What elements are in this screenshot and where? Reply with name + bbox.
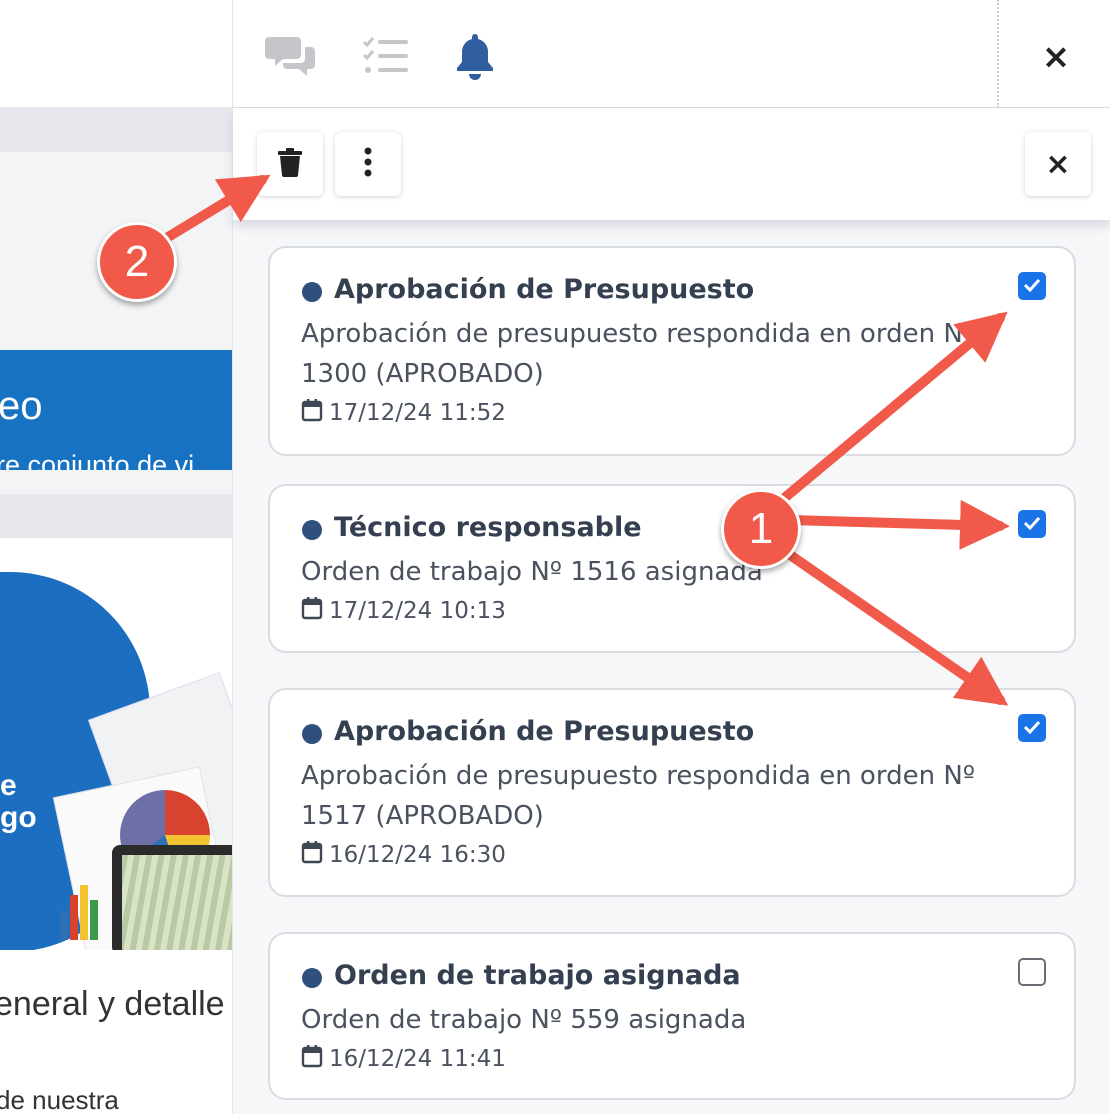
unread-dot <box>302 968 322 988</box>
notification-body: Aprobación de presupuesto respondida en … <box>301 761 976 831</box>
notification-checkbox[interactable] <box>1018 510 1046 538</box>
banner-title: eo <box>0 384 43 428</box>
calendar-icon <box>301 398 323 428</box>
more-options-button[interactable] <box>335 132 401 196</box>
check-icon <box>1023 719 1041 738</box>
promo-tablet <box>112 845 232 950</box>
trash-icon <box>277 147 303 181</box>
notification-card[interactable]: Aprobación de Presupuesto Aprobación de … <box>268 688 1076 897</box>
unread-dot <box>302 724 322 744</box>
notification-title: Aprobación de Presupuesto <box>334 716 755 747</box>
promo-text-line: e <box>0 769 17 802</box>
annotation-badge-1: 1 <box>721 489 801 569</box>
notification-body: Orden de trabajo Nº 559 asignada <box>301 1005 747 1035</box>
notification-title: Aprobación de Presupuesto <box>334 274 755 305</box>
promo-text-line: go <box>0 801 37 834</box>
background-top-bar <box>0 0 232 108</box>
calendar-icon <box>301 596 323 626</box>
notification-card[interactable]: Aprobación de Presupuesto Aprobación de … <box>268 246 1076 456</box>
panel-header: × <box>233 0 1110 108</box>
task-list-icon[interactable] <box>358 28 414 84</box>
notification-date-text: 16/12/24 11:41 <box>329 1046 506 1072</box>
notification-card[interactable]: Técnico responsable Orden de trabajo Nº … <box>268 484 1076 653</box>
notification-body: Orden de trabajo Nº 1516 asignada <box>301 557 763 587</box>
notification-checkbox[interactable] <box>1018 272 1046 300</box>
selection-toolbar: × <box>233 108 1110 220</box>
check-icon <box>1023 515 1041 534</box>
background-video-banner[interactable]: eo re conjunto de vi <box>0 350 232 470</box>
notification-body: Aprobación de presupuesto respondida en … <box>301 319 976 389</box>
header-divider <box>997 0 999 108</box>
calendar-icon <box>301 1044 323 1074</box>
notification-checkbox[interactable] <box>1018 958 1046 986</box>
paragraph-title: eneral y detalle <box>0 985 225 1023</box>
unread-dot <box>302 520 322 540</box>
unread-dot <box>302 282 322 302</box>
background-promo-image[interactable]: e go <box>0 540 232 950</box>
notification-title: Técnico responsable <box>334 512 642 543</box>
notification-date: 16/12/24 11:41 <box>301 1044 506 1074</box>
notification-checkbox[interactable] <box>1018 714 1046 742</box>
delete-button[interactable] <box>257 132 323 196</box>
close-toolbar-button[interactable]: × <box>1025 132 1091 196</box>
promo-bar-chart <box>60 870 120 940</box>
paragraph-text: de nuestra <box>0 1085 119 1114</box>
notification-date: 17/12/24 10:13 <box>301 596 506 626</box>
promo-tablet-screen <box>122 855 232 950</box>
notification-title: Orden de trabajo asignada <box>334 960 741 991</box>
chat-icon[interactable] <box>263 28 319 84</box>
background-paragraph: eneral y detalle de nuestra <box>0 950 232 1114</box>
notification-date: 17/12/24 11:52 <box>301 398 506 428</box>
check-icon <box>1023 277 1041 296</box>
close-panel-button[interactable]: × <box>1029 30 1083 84</box>
notification-date: 16/12/24 16:30 <box>301 840 506 870</box>
promo-text: e go <box>0 770 37 834</box>
notification-date-text: 16/12/24 16:30 <box>329 842 506 868</box>
annotation-badge-2: 2 <box>97 222 177 302</box>
notification-panel: × × Aprobación de Presupuesto Aprobación… <box>232 0 1110 1114</box>
notification-card[interactable]: Orden de trabajo asignada Orden de traba… <box>268 932 1076 1100</box>
bell-icon[interactable] <box>447 28 503 84</box>
notification-date-text: 17/12/24 10:13 <box>329 598 506 624</box>
background-page: eo re conjunto de vi e go eneral y detal… <box>0 0 232 1114</box>
more-vertical-icon <box>363 147 373 181</box>
banner-subtitle: re conjunto de vi <box>0 450 195 470</box>
notification-date-text: 17/12/24 11:52 <box>329 400 506 426</box>
calendar-icon <box>301 840 323 870</box>
